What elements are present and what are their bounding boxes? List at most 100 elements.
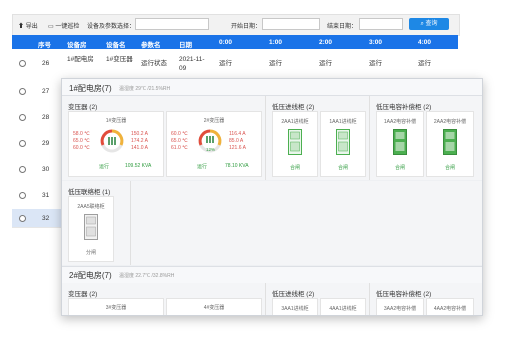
temp-values: 60.0 ℃ 65.0 ℃ 61.0 ℃ (171, 131, 188, 151)
tie-panel: 低压联络柜 (1) 2AA5联络柜 分闸 (62, 181, 131, 265)
table-header: 序号 设备房 设备名 参数名 日期 0:00 1:00 2:00 3:00 4:… (12, 35, 458, 49)
cabinet-icon (336, 129, 350, 155)
load-gauge (100, 129, 124, 153)
cabinet-icon (288, 129, 302, 155)
start-date-label: 开始日期： (231, 24, 262, 30)
cell-0100: 运行 (269, 60, 282, 67)
cell-0200: 运行 (319, 60, 332, 67)
card-title: 2#变压器 (203, 118, 225, 124)
transformer-card[interactable]: 2#变压器 60.0 ℃ 65.0 ℃ 61.0 ℃ 12% 116.4 A 8… (166, 111, 262, 177)
cabinet-card[interactable]: 1AA1进线柜 合闸 (320, 111, 366, 177)
toolbar: ⬆ 导出 ▭ 一键巡检 设备及参数选择： 开始日期： 结束日期： ⌕ 查询 (12, 14, 460, 36)
row-radio[interactable] (19, 166, 26, 173)
cell-param: 运行状态 (141, 60, 167, 67)
cell-0300: 运行 (369, 60, 382, 67)
search-icon: ⌕ (420, 21, 424, 27)
transformer-panel: 变压器 (2) 1#变压器 58.0 ℃ 65.0 ℃ 60.0 ℃ 150.2… (62, 96, 266, 180)
header-0000: 0:00 (219, 39, 233, 46)
cabinet-card[interactable]: 3AA1进线柜 (272, 298, 318, 315)
cell-device: 1#变压器 (106, 56, 133, 63)
cell-0400: 运行 (418, 60, 431, 67)
cabinet-icon (84, 214, 98, 240)
monitor-icon: ▭ (48, 24, 54, 30)
header-param: 参数名 (141, 42, 161, 49)
transformer-card[interactable]: 3#变压器 (68, 298, 164, 315)
temp-values: 58.0 ℃ 65.0 ℃ 60.0 ℃ (73, 131, 90, 151)
cell-no: 28 (42, 114, 50, 121)
table-row[interactable]: 26 1#配电房 1#变压器 运行状态 2021-11-09 运行 运行 运行 … (12, 49, 458, 80)
incoming-panel: 低压进线柜 (2) 3AA1进线柜 4AA1进线柜 (266, 283, 370, 315)
cabinet-card[interactable]: 4AA2电容补偿 (426, 298, 474, 315)
panel-title: 低压联络柜 (1) (68, 189, 111, 196)
row-radio[interactable] (19, 140, 26, 147)
header-no: 序号 (38, 42, 51, 49)
export-icon: ⬆ (18, 24, 25, 30)
cabinet-icon (443, 129, 457, 155)
current-values: 150.2 A 174.2 A 141.0 A (131, 131, 148, 151)
cabinet-card[interactable]: 2AA2电容补偿 合闸 (426, 111, 474, 177)
cell-0000: 运行 (219, 60, 232, 67)
card-title: 1#变压器 (105, 118, 127, 124)
header-device: 设备名 (106, 42, 126, 49)
device-select-label: 设备及参数选择： (87, 24, 136, 30)
cabinet-status: 分闸 (85, 250, 96, 256)
run-status: 运行 (99, 164, 110, 170)
cabinet-card[interactable]: 3AA2电容补偿 (376, 298, 424, 315)
incoming-panel: 低压进线柜 (2) 2AA1进线柜 合闸 1AA1进线柜 合闸 (266, 96, 370, 180)
row-radio[interactable] (19, 114, 26, 121)
cabinet-icon (393, 129, 407, 155)
inspect-button[interactable]: ▭ 一键巡检 (48, 21, 79, 30)
cell-room: 1#配电房 (67, 56, 94, 63)
export-button[interactable]: ⬆ 导出 (18, 21, 38, 30)
header-0400: 4:00 (418, 39, 432, 46)
panel-title: 低压电容补偿柜 (2) (376, 291, 432, 298)
header-0200: 2:00 (319, 39, 333, 46)
cell-no: 29 (42, 140, 50, 147)
transformer-card[interactable]: 4#变压器 (166, 298, 262, 315)
cabinet-card[interactable]: 2AA1进线柜 合闸 (272, 111, 318, 177)
row-radio[interactable] (19, 60, 26, 67)
room-title: 2#配电房(7) (69, 271, 112, 280)
room-climate: 温湿度 22.7℃ /32.8%RH (119, 273, 175, 279)
device-select-input[interactable] (135, 18, 209, 30)
end-date-input[interactable] (359, 18, 403, 30)
panel-title: 低压电容补偿柜 (2) (376, 104, 432, 111)
header-room: 设备房 (67, 42, 87, 49)
panel-title: 低压进线柜 (2) (272, 104, 315, 111)
cell-no: 26 (42, 60, 50, 67)
cell-no: 32 (42, 215, 50, 222)
load-percent: 12% (206, 147, 216, 152)
empty-area (131, 181, 482, 265)
header-0300: 3:00 (369, 39, 383, 46)
cell-no: 30 (42, 166, 50, 173)
capacitor-panel: 低压电容补偿柜 (2) 3AA2电容补偿 4AA2电容补偿 (370, 283, 482, 315)
cell-date: 2021-11-09 (179, 56, 205, 72)
power-value: 109.52 KVA (125, 163, 152, 169)
end-date-label: 结束日期： (327, 24, 358, 30)
power-value: 78.10 KVA (225, 163, 249, 169)
row-radio[interactable] (19, 192, 26, 199)
run-status: 运行 (197, 164, 208, 170)
panel-title: 变压器 (2) (68, 104, 98, 111)
search-button[interactable]: ⌕ 查询 (409, 18, 449, 30)
cabinet-card[interactable]: 4AA1进线柜 (320, 298, 366, 315)
room-title: 1#配电房(7) (69, 84, 112, 93)
row-radio[interactable] (19, 215, 26, 222)
row-radio[interactable] (19, 88, 26, 95)
transformer-card[interactable]: 1#变压器 58.0 ℃ 65.0 ℃ 60.0 ℃ 150.2 A 174.2… (68, 111, 164, 177)
cell-no: 31 (42, 192, 50, 199)
room-climate: 温湿度 29℃ /21.5%RH (119, 86, 171, 92)
start-date-input[interactable] (262, 18, 320, 30)
cabinet-status: 合闸 (337, 165, 348, 171)
panel-title: 变压器 (2) (68, 291, 98, 298)
cabinet-status: 合闸 (444, 165, 455, 171)
cabinet-status: 合闸 (289, 165, 300, 171)
cell-no: 27 (42, 88, 50, 95)
cabinet-card[interactable]: 1AA2电容补偿 合闸 (376, 111, 424, 177)
cabinet-card[interactable]: 2AA5联络柜 分闸 (68, 196, 114, 262)
panel-title: 低压进线柜 (2) (272, 291, 315, 298)
room-overview-popup: 1#配电房(7) 温湿度 29℃ /21.5%RH 变压器 (2) 1#变压器 … (61, 78, 483, 316)
header-date: 日期 (179, 42, 192, 49)
capacitor-panel: 低压电容补偿柜 (2) 1AA2电容补偿 合闸 2AA2电容补偿 合闸 (370, 96, 482, 180)
cabinet-status: 合闸 (394, 165, 405, 171)
